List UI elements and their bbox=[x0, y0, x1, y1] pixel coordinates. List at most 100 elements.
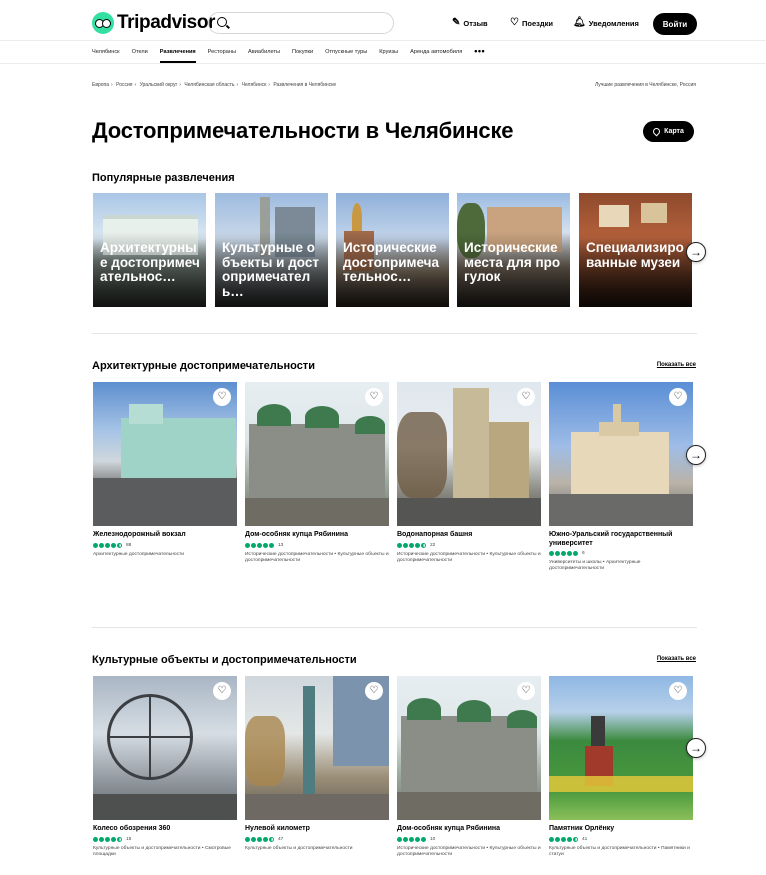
attraction-photo[interactable]: ♡ bbox=[549, 382, 693, 526]
nav-item-hotels[interactable]: Отели bbox=[132, 45, 148, 63]
popular-card-label: Специализированные музеи bbox=[586, 241, 684, 270]
attraction-card[interactable]: ♡ Колесо обозрения 360 15 Культурные объ… bbox=[93, 676, 237, 858]
heart-icon[interactable]: ♡ bbox=[517, 682, 535, 700]
attraction-category: Архитектурные достопримечательности bbox=[93, 551, 184, 557]
rating-bubbles: 22 bbox=[397, 542, 541, 549]
section-divider bbox=[92, 333, 697, 334]
search-input[interactable] bbox=[233, 15, 383, 31]
nav-item-vacation-rentals[interactable]: Отпускные туры bbox=[325, 45, 367, 63]
popular-card-label: Исторические достопримечательнос… bbox=[343, 241, 440, 284]
attraction-photo[interactable]: ♡ bbox=[397, 382, 541, 526]
cultural-show-all-link[interactable]: Показать все bbox=[657, 656, 696, 662]
cultural-next-arrow-icon[interactable]: → bbox=[686, 738, 706, 758]
breadcrumb-item[interactable]: Уральский округ bbox=[140, 82, 178, 88]
nav-more-button[interactable]: ••• bbox=[474, 45, 485, 57]
pencil-icon: ✎ bbox=[452, 17, 461, 28]
attraction-name[interactable]: Дом-особняк купца Рябинина bbox=[245, 531, 389, 540]
architecture-heading: Архитектурные достопримечательности bbox=[92, 360, 315, 372]
breadcrumb-item[interactable]: Россия bbox=[116, 82, 132, 88]
popular-card-label: Архитектурные достопримечательнос… bbox=[100, 241, 200, 284]
attraction-card[interactable]: ♡ Водонапорная башня 22 Исторические дос… bbox=[397, 382, 541, 564]
attraction-photo[interactable]: ♡ bbox=[245, 676, 389, 820]
breadcrumb-item[interactable]: Челябинск bbox=[242, 82, 267, 88]
category-nav: Челябинск Отели Развлечения Рестораны Ав… bbox=[92, 45, 485, 63]
nav-item-flights[interactable]: Авиабилеты bbox=[248, 45, 280, 63]
nav-divider bbox=[0, 63, 766, 64]
breadcrumb-item[interactable]: Челябинская область bbox=[184, 82, 234, 88]
bell-icon: 🔔︎ bbox=[573, 17, 586, 28]
review-link[interactable]: ✎ Отзыв bbox=[452, 17, 488, 29]
breadcrumb-item[interactable]: Европа bbox=[92, 82, 109, 88]
attraction-photo[interactable]: ♡ bbox=[245, 382, 389, 526]
architecture-next-arrow-icon[interactable]: → bbox=[686, 445, 706, 465]
best-things-caption: Лучшие развлечения в Челябинске, Россия bbox=[594, 82, 696, 88]
header-divider bbox=[0, 40, 766, 41]
nav-item-shopping[interactable]: Покупки bbox=[292, 45, 313, 63]
nav-item-cruises[interactable]: Круизы bbox=[379, 45, 398, 63]
attraction-name[interactable]: Водонапорная башня bbox=[397, 531, 541, 540]
attraction-name[interactable]: Нулевой километр bbox=[245, 825, 389, 834]
attraction-card[interactable]: ♡ Памятник Орлёнку 41 Культурные объекты… bbox=[549, 676, 693, 858]
search-icon bbox=[217, 17, 227, 27]
attraction-card[interactable]: ♡ Железнодорожный вокзал 88 Архитектурны… bbox=[93, 382, 237, 558]
attraction-name[interactable]: Железнодорожный вокзал bbox=[93, 531, 237, 540]
attraction-category: Культурные объекты и достопримечательнос… bbox=[245, 845, 353, 851]
section-divider bbox=[92, 627, 697, 628]
attraction-name[interactable]: Памятник Орлёнку bbox=[549, 825, 693, 834]
owl-logo-icon bbox=[92, 12, 114, 34]
breadcrumb-item: Развлечения в Челябинске bbox=[273, 82, 337, 88]
attraction-category: Исторические достопримечательности • Кул… bbox=[245, 551, 389, 563]
popular-card-historic[interactable]: Исторические достопримечательнос… bbox=[336, 193, 449, 307]
heart-icon[interactable]: ♡ bbox=[365, 682, 383, 700]
popular-card-architecture[interactable]: Архитектурные достопримечательнос… bbox=[93, 193, 206, 307]
attraction-photo[interactable]: ♡ bbox=[93, 382, 237, 526]
review-count: 13 bbox=[278, 542, 284, 548]
attraction-category: Культурные объекты и достопримечательнос… bbox=[93, 845, 231, 857]
map-button-label: Карта bbox=[664, 128, 684, 135]
review-count: 6 bbox=[582, 551, 585, 557]
logo-text: Tripadvisor bbox=[117, 12, 216, 33]
search-box[interactable] bbox=[208, 12, 394, 34]
alerts-label: Уведомления bbox=[588, 18, 639, 28]
popular-next-arrow-icon[interactable]: → bbox=[686, 242, 706, 262]
tripadvisor-logo[interactable]: Tripadvisor bbox=[92, 12, 215, 34]
heart-icon[interactable]: ♡ bbox=[365, 388, 383, 406]
attraction-name[interactable]: Южно-Уральский государственный университ… bbox=[549, 531, 693, 548]
attraction-card[interactable]: ♡ Южно-Уральский государственный универс… bbox=[549, 382, 693, 572]
review-label: Отзыв bbox=[463, 18, 488, 28]
nav-item-city[interactable]: Челябинск bbox=[92, 45, 120, 63]
attraction-photo[interactable]: ♡ bbox=[397, 676, 541, 820]
nav-item-car-rental[interactable]: Аренда автомобиля bbox=[410, 45, 462, 63]
popular-card-museums[interactable]: Специализированные музеи bbox=[579, 193, 692, 307]
review-count: 47 bbox=[278, 836, 284, 842]
heart-icon[interactable]: ♡ bbox=[213, 682, 231, 700]
breadcrumb: Европа › Россия › Уральский округ › Челябин… bbox=[92, 82, 337, 88]
attraction-card[interactable]: ♡ Дом-особняк купца Рябинина 13 Историче… bbox=[245, 382, 389, 564]
rating-bubbles: 47 bbox=[245, 836, 389, 843]
architecture-show-all-link[interactable]: Показать все bbox=[657, 362, 696, 368]
attraction-name[interactable]: Колесо обозрения 360 bbox=[93, 825, 237, 834]
attraction-card[interactable]: ♡ Нулевой километр 47 Культурные объекты… bbox=[245, 676, 389, 852]
attraction-name[interactable]: Дом-особняк купца Рябинина bbox=[397, 825, 541, 834]
rating-bubbles: 15 bbox=[93, 836, 237, 843]
alerts-link[interactable]: 🔔︎ Уведомления bbox=[573, 17, 639, 29]
popular-card-walking[interactable]: Исторические места для прогулок bbox=[457, 193, 570, 307]
nav-item-restaurants[interactable]: Рестораны bbox=[208, 45, 236, 63]
trips-link[interactable]: ♡ Поездки bbox=[510, 17, 553, 29]
review-count: 10 bbox=[430, 836, 436, 842]
heart-icon[interactable]: ♡ bbox=[669, 682, 687, 700]
heart-icon[interactable]: ♡ bbox=[517, 388, 535, 406]
popular-card-culture[interactable]: Культурные объекты и достопримечатель… bbox=[215, 193, 328, 307]
top-header: Tripadvisor ✎ Отзыв ♡ Поездки 🔔︎ Уведомл… bbox=[0, 0, 766, 44]
rating-bubbles: 13 bbox=[245, 542, 389, 549]
nav-item-things-to-do[interactable]: Развлечения bbox=[159, 45, 196, 63]
login-button[interactable]: Войти bbox=[653, 13, 697, 35]
attraction-card[interactable]: ♡ Дом-особняк купца Рябинина 10 Историче… bbox=[397, 676, 541, 858]
attraction-photo[interactable]: ♡ bbox=[93, 676, 237, 820]
rating-bubbles: 41 bbox=[549, 836, 693, 843]
map-button[interactable]: Карта bbox=[643, 121, 694, 142]
heart-icon[interactable]: ♡ bbox=[213, 388, 231, 406]
heart-icon[interactable]: ♡ bbox=[669, 388, 687, 406]
attraction-photo[interactable]: ♡ bbox=[549, 676, 693, 820]
attraction-category: Университеты и школы • Архитектурные дос… bbox=[549, 560, 641, 572]
